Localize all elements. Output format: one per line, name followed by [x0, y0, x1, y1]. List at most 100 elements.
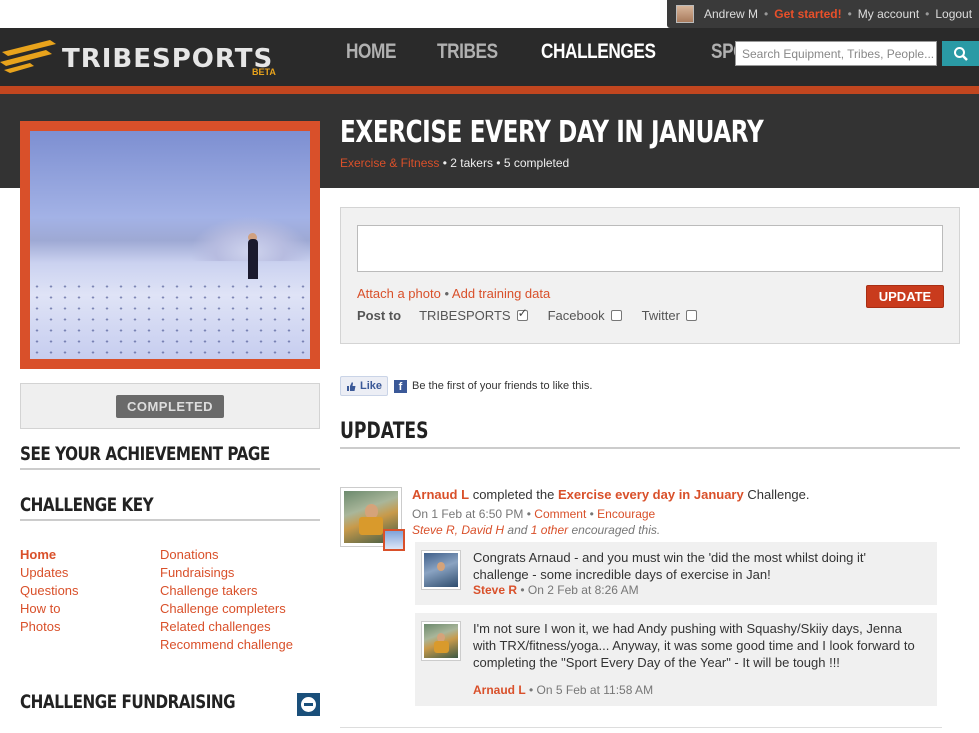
user-name[interactable]: Andrew M — [704, 7, 758, 21]
update-challenge-link[interactable]: Exercise every day in January — [558, 487, 744, 502]
my-account-link[interactable]: My account — [858, 7, 919, 21]
key-link-related-challenges[interactable]: Related challenges — [160, 618, 293, 636]
key-link-challenge-takers[interactable]: Challenge takers — [160, 582, 293, 600]
challenge-key-col2: Donations Fundraisings Challenge takers … — [160, 546, 293, 654]
search-icon — [953, 46, 968, 61]
update-suffix-text: Challenge. — [747, 487, 810, 502]
post-to-twitter[interactable]: Twitter — [642, 308, 697, 323]
tribesports-checkbox[interactable] — [516, 306, 528, 321]
comment-author-link[interactable]: Arnaud L — [473, 683, 526, 697]
challenge-photo[interactable] — [30, 131, 310, 359]
facebook-like-text: Be the first of your friends to like thi… — [412, 380, 593, 392]
nav-home[interactable]: HOME — [346, 40, 396, 64]
challenge-category-link[interactable]: Exercise & Fitness — [340, 156, 439, 170]
commenter-avatar[interactable] — [421, 550, 461, 590]
key-link-fundraisings[interactable]: Fundraisings — [160, 564, 293, 582]
comment-author-link[interactable]: Steve R — [473, 583, 517, 597]
completed-count[interactable]: 5 completed — [504, 156, 569, 170]
photo-snow-texture — [30, 281, 310, 359]
achievement-page-label: SEE YOUR ACHIEVEMENT PAGE — [20, 443, 270, 465]
meta-separator: • — [496, 156, 504, 170]
nav-challenges[interactable]: CHALLENGES — [541, 40, 656, 64]
completed-status-box: COMPLETED — [20, 383, 320, 429]
user-bar: Andrew M • Get started! • My account • L… — [667, 0, 979, 28]
key-link-home[interactable]: Home — [20, 546, 79, 564]
challenge-fundraising-title: CHALLENGE FUNDRAISING — [20, 691, 320, 716]
comment-item: Congrats Arnaud - and you must win the '… — [415, 542, 937, 605]
separator: • — [925, 7, 930, 21]
comment-meta: Steve R • On 2 Feb at 8:26 AM — [473, 583, 639, 597]
key-link-updates[interactable]: Updates — [20, 564, 79, 582]
key-link-recommend-challenge[interactable]: Recommend challenge — [160, 636, 293, 654]
separator: • — [764, 7, 769, 21]
encouragers-links[interactable]: Steve R, David H — [412, 523, 504, 537]
commenter-avatar-image — [424, 624, 458, 658]
encourage-link[interactable]: Encourage — [597, 507, 655, 521]
facebook-like-button[interactable]: Like — [340, 376, 389, 396]
update-form: Attach a photo • Add training data UPDAT… — [340, 207, 960, 344]
tribesports-logo[interactable]: TRIBESPORTS BETA — [0, 36, 290, 77]
comment-timestamp: On 2 Feb at 8:26 AM — [527, 583, 639, 597]
avatar-vest — [433, 641, 449, 653]
facebook-like-label: Like — [360, 380, 383, 392]
update-timestamp: On 1 Feb at 6:50 PM — [412, 507, 524, 521]
twitter-checkbox[interactable] — [685, 310, 697, 321]
facebook-like-row: Like f Be the first of your friends to l… — [340, 376, 592, 396]
challenge-badge-icon[interactable] — [383, 529, 405, 551]
add-training-data-link[interactable]: Add training data — [452, 286, 550, 301]
commenter-avatar-image — [424, 553, 458, 587]
achievement-page-link[interactable]: SEE YOUR ACHIEVEMENT PAGE — [20, 443, 320, 470]
update-button[interactable]: UPDATE — [866, 285, 944, 308]
comment-link[interactable]: Comment — [534, 507, 586, 521]
logout-link[interactable]: Logout — [935, 7, 972, 21]
update-headline: Arnaud L completed the Exercise every da… — [412, 486, 810, 504]
key-link-how-to[interactable]: How to — [20, 600, 79, 618]
post-to-row: Post to TRIBESPORTS Facebook Twitter — [357, 306, 717, 323]
nav-tribes[interactable]: TRIBES — [437, 40, 498, 64]
takers-count[interactable]: 2 takers — [450, 156, 493, 170]
collapse-icon-bar — [304, 703, 313, 706]
challenge-fundraising-label: CHALLENGE FUNDRAISING — [20, 691, 236, 713]
user-avatar[interactable] — [676, 5, 694, 23]
updates-divider — [340, 727, 942, 728]
search-input[interactable]: Search Equipment, Tribes, People... — [735, 41, 937, 66]
logo-swoosh-icon — [0, 40, 56, 73]
key-link-challenge-completers[interactable]: Challenge completers — [160, 600, 293, 618]
separator: • — [847, 7, 852, 21]
site-header: TRIBESPORTS BETA HOME TRIBES CHALLENGES … — [0, 28, 979, 86]
update-textarea[interactable] — [357, 225, 943, 272]
key-link-questions[interactable]: Questions — [20, 582, 79, 600]
get-started-link[interactable]: Get started! — [774, 7, 841, 21]
key-link-photos[interactable]: Photos — [20, 618, 79, 636]
challenge-key-col1: Home Updates Questions How to Photos — [20, 546, 79, 636]
encouraged-by: Steve R, David H and 1 other encouraged … — [412, 522, 660, 538]
completed-button[interactable]: COMPLETED — [115, 394, 225, 418]
updates-title-label: UPDATES — [340, 419, 429, 444]
attach-separator: • — [444, 286, 452, 301]
challenge-title: EXERCISE EVERY DAY IN JANUARY — [340, 115, 764, 150]
update-author-link[interactable]: Arnaud L — [412, 487, 469, 502]
post-to-facebook-label: Facebook — [547, 308, 605, 323]
collapse-icon[interactable] — [297, 693, 320, 716]
update-attachments: Attach a photo • Add training data — [357, 286, 550, 301]
key-link-donations[interactable]: Donations — [160, 546, 293, 564]
post-to-tribesports[interactable]: TRIBESPORTS — [419, 306, 528, 323]
avatar-face — [436, 561, 446, 572]
comment-meta: Arnaud L • On 5 Feb at 11:58 AM — [473, 683, 654, 697]
challenge-key-title: CHALLENGE KEY — [20, 494, 320, 521]
commenter-avatar-frame — [424, 553, 458, 587]
post-to-facebook[interactable]: Facebook — [548, 308, 622, 323]
search-button[interactable] — [942, 41, 979, 66]
encouraged-and: and — [507, 523, 528, 537]
attach-photo-link[interactable]: Attach a photo — [357, 286, 441, 301]
comment-text: Congrats Arnaud - and you must win the '… — [473, 550, 867, 582]
commenter-avatar-frame — [424, 624, 458, 658]
facebook-icon: f — [394, 379, 408, 393]
update-meta: On 1 Feb at 6:50 PM • Comment • Encourag… — [412, 507, 656, 521]
commenter-avatar[interactable] — [421, 621, 461, 661]
comment-timestamp: On 5 Feb at 11:58 AM — [536, 683, 654, 697]
challenge-meta: Exercise & Fitness • 2 takers • 5 comple… — [340, 156, 569, 170]
facebook-checkbox[interactable] — [610, 310, 622, 321]
challenge-key-label: CHALLENGE KEY — [20, 494, 154, 516]
encouragers-other-link[interactable]: 1 other — [531, 523, 568, 537]
